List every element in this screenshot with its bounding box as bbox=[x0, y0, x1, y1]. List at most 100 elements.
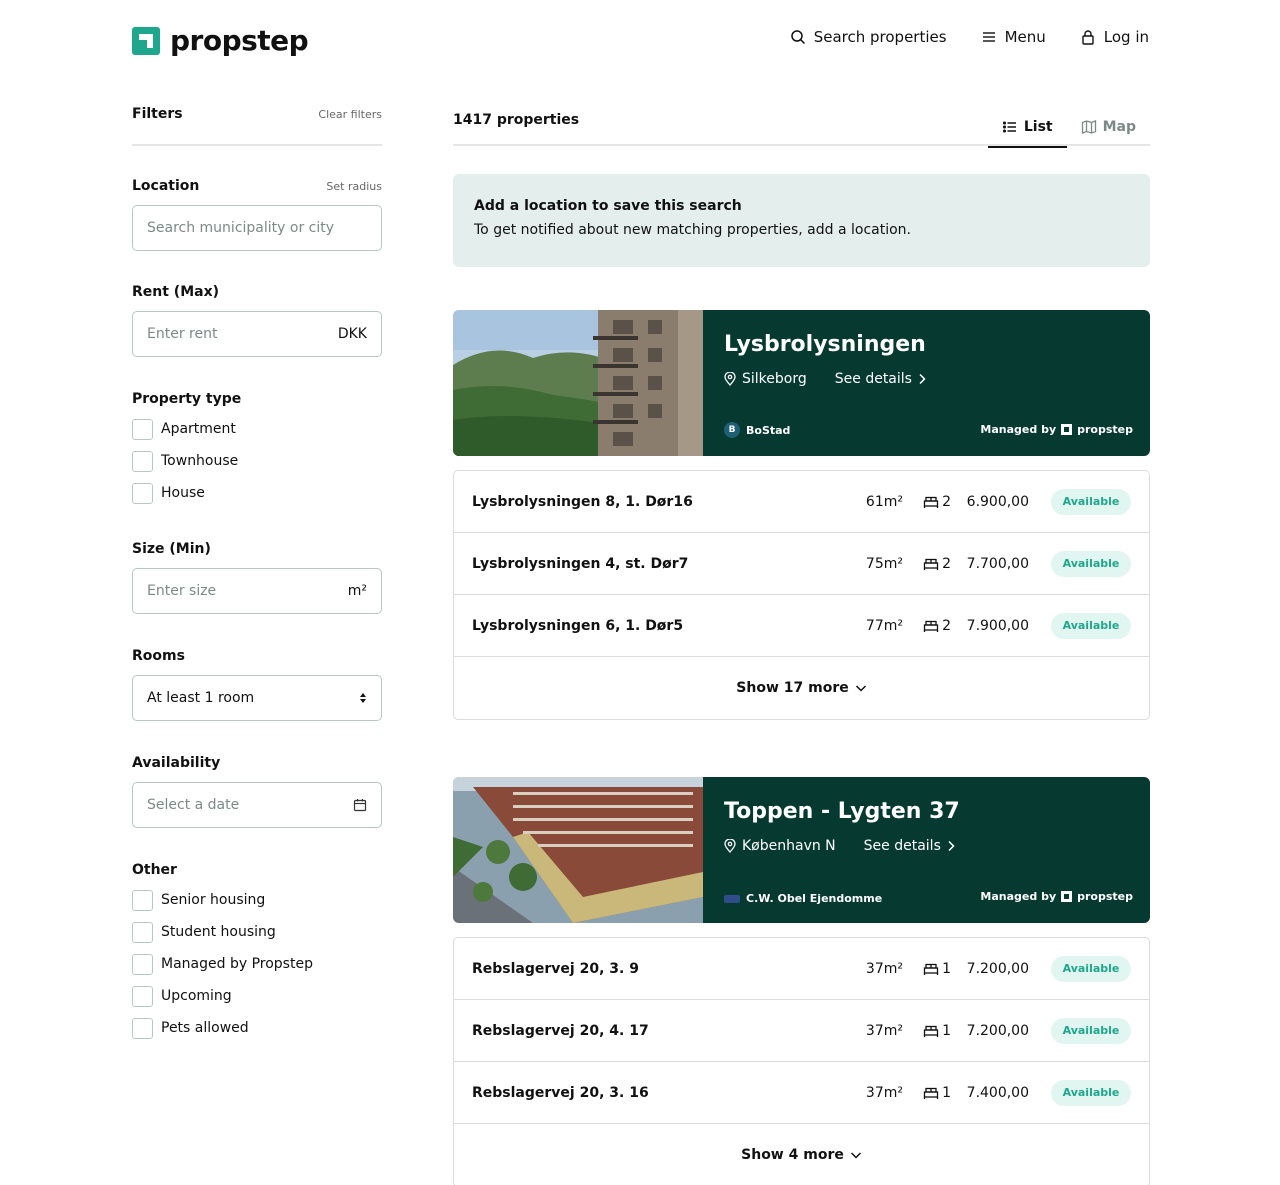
show-more-button[interactable]: Show 4 more bbox=[454, 1124, 1149, 1185]
select-arrows-icon bbox=[360, 693, 366, 703]
checkbox[interactable] bbox=[132, 921, 153, 943]
checkbox[interactable] bbox=[132, 1017, 153, 1039]
managed-by-label: Managed by bbox=[980, 890, 1057, 903]
checkbox[interactable] bbox=[132, 985, 153, 1007]
clear-filters-link[interactable]: Clear filters bbox=[318, 108, 382, 121]
unit-row[interactable]: Lysbrolysningen 6, 1. Dør5 77m² 2 7.900,… bbox=[454, 595, 1149, 657]
units-list: Rebslagervej 20, 3. 9 37m² 1 7.200,00 Av… bbox=[453, 937, 1150, 1185]
other-filter: Other Senior housing Student housing Man… bbox=[132, 859, 382, 1044]
unit-rooms-count: 1 bbox=[942, 1022, 951, 1039]
rent-input[interactable]: Enter rent DKK bbox=[132, 311, 382, 357]
location-label: Location bbox=[132, 178, 200, 194]
tab-list-label: List bbox=[1023, 119, 1053, 135]
managed-by: Managed by propstep bbox=[980, 890, 1133, 903]
unit-price: 6.900,00 bbox=[966, 493, 1029, 510]
rooms-filter: Rooms At least 1 room bbox=[132, 645, 382, 721]
checkbox-label: Upcoming bbox=[161, 988, 232, 1004]
property-name: Toppen - Lygten 37 bbox=[724, 799, 960, 824]
house-checkbox-row[interactable]: House bbox=[132, 477, 382, 509]
availability-placeholder: Select a date bbox=[147, 797, 240, 813]
unit-price: 7.900,00 bbox=[966, 617, 1029, 634]
unit-row[interactable]: Rebslagervej 20, 3. 16 37m² 1 7.400,00 A… bbox=[454, 1062, 1149, 1124]
see-details-link[interactable]: See details bbox=[864, 838, 955, 854]
unit-row[interactable]: Rebslagervej 20, 3. 9 37m² 1 7.200,00 Av… bbox=[454, 938, 1149, 1000]
map-pin-icon bbox=[724, 839, 736, 853]
property-location: Silkeborg bbox=[724, 371, 807, 387]
unit-address: Rebslagervej 20, 3. 16 bbox=[472, 1084, 649, 1101]
unit-price: 7.700,00 bbox=[966, 555, 1029, 572]
unit-rooms: 1 bbox=[903, 1085, 951, 1101]
location-input[interactable]: Search municipality or city bbox=[132, 205, 382, 251]
size-filter: Size (Min) Enter size m² bbox=[132, 538, 382, 614]
managed-by-propstep-checkbox-row[interactable]: Managed by Propstep bbox=[132, 948, 382, 980]
unit-size: 77m² bbox=[865, 617, 903, 634]
location-placeholder: Search municipality or city bbox=[147, 220, 335, 236]
unit-address: Lysbrolysningen 6, 1. Dør5 bbox=[472, 617, 684, 634]
view-tabs: List Map bbox=[987, 108, 1150, 148]
tab-map[interactable]: Map bbox=[1067, 108, 1150, 146]
checkbox[interactable] bbox=[132, 953, 153, 975]
checkbox[interactable] bbox=[132, 418, 153, 440]
property-info: Toppen - Lygten 37 København N See detai… bbox=[703, 777, 1150, 923]
landlord-name: C.W. Obel Ejendomme bbox=[746, 892, 883, 905]
chevron-down-icon bbox=[850, 1152, 861, 1159]
logo-mark-icon bbox=[132, 26, 160, 55]
size-input[interactable]: Enter size m² bbox=[132, 568, 382, 614]
set-radius-link[interactable]: Set radius bbox=[326, 180, 382, 193]
units-list: Lysbrolysningen 8, 1. Dør16 61m² 2 6.900… bbox=[453, 470, 1150, 720]
senior-housing-checkbox-row[interactable]: Senior housing bbox=[132, 884, 382, 916]
checkbox[interactable] bbox=[132, 889, 153, 911]
menu-button[interactable]: Menu bbox=[981, 28, 1046, 46]
unit-size: 37m² bbox=[865, 1022, 903, 1039]
property-photo[interactable] bbox=[453, 310, 703, 456]
show-more-button[interactable]: Show 17 more bbox=[454, 657, 1149, 719]
managed-by: Managed by propstep bbox=[980, 423, 1133, 436]
location-filter: Location Set radius Search municipality … bbox=[132, 178, 382, 251]
see-details-label: See details bbox=[863, 838, 941, 854]
property-photo[interactable] bbox=[453, 777, 703, 923]
rent-suffix: DKK bbox=[337, 326, 367, 342]
apartment-checkbox-row[interactable]: Apartment bbox=[132, 413, 382, 445]
checkbox[interactable] bbox=[132, 450, 153, 472]
availability-date-input[interactable]: Select a date bbox=[132, 782, 382, 828]
see-details-link[interactable]: See details bbox=[835, 371, 926, 387]
townhouse-checkbox-row[interactable]: Townhouse bbox=[132, 445, 382, 477]
show-more-label: Show 4 more bbox=[741, 1147, 844, 1163]
upcoming-checkbox-row[interactable]: Upcoming bbox=[132, 980, 382, 1012]
logo[interactable]: propstep bbox=[132, 24, 309, 57]
landlord: B BoStad bbox=[724, 422, 790, 438]
unit-row[interactable]: Lysbrolysningen 4, st. Dør7 75m² 2 7.700… bbox=[454, 533, 1149, 595]
rent-filter: Rent (Max) Enter rent DKK bbox=[132, 281, 382, 357]
unit-row[interactable]: Rebslagervej 20, 4. 17 37m² 1 7.200,00 A… bbox=[454, 1000, 1149, 1062]
search-properties-link[interactable]: Search properties bbox=[790, 28, 947, 46]
unit-address: Rebslagervej 20, 3. 9 bbox=[472, 960, 639, 977]
checkbox[interactable] bbox=[132, 482, 153, 504]
login-button[interactable]: Log in bbox=[1080, 28, 1149, 46]
save-search-notice: Add a location to save this search To ge… bbox=[453, 174, 1150, 267]
unit-rooms: 1 bbox=[903, 961, 951, 977]
landlord-logo-icon: B bbox=[724, 422, 740, 438]
property-photo-image bbox=[453, 777, 703, 923]
bed-icon bbox=[923, 963, 939, 975]
logo-text: propstep bbox=[170, 24, 309, 57]
tab-list[interactable]: List bbox=[987, 108, 1067, 148]
location-text: København N bbox=[742, 838, 836, 854]
menu-label: Menu bbox=[1004, 28, 1046, 46]
unit-row[interactable]: Lysbrolysningen 8, 1. Dør16 61m² 2 6.900… bbox=[454, 471, 1149, 533]
chevron-down-icon bbox=[855, 685, 866, 692]
status-badge: Available bbox=[1051, 550, 1131, 577]
pets-allowed-checkbox-row[interactable]: Pets allowed bbox=[132, 1012, 382, 1044]
unit-address: Rebslagervej 20, 4. 17 bbox=[472, 1022, 649, 1039]
student-housing-checkbox-row[interactable]: Student housing bbox=[132, 916, 382, 948]
rent-label: Rent (Max) bbox=[132, 284, 220, 300]
unit-rooms-count: 2 bbox=[942, 617, 951, 634]
property-photo-image bbox=[453, 310, 703, 456]
property-banner[interactable]: Toppen - Lygten 37 København N See detai… bbox=[453, 777, 1150, 923]
map-icon bbox=[1081, 120, 1096, 134]
propstep-mark-icon bbox=[1061, 424, 1073, 435]
results-count: 1417 properties bbox=[453, 112, 580, 128]
property-banner[interactable]: Lysbrolysningen Silkeborg See details B … bbox=[453, 310, 1150, 456]
see-details-label: See details bbox=[834, 371, 912, 387]
rooms-select[interactable]: At least 1 room bbox=[132, 675, 382, 721]
unit-price: 7.200,00 bbox=[966, 1022, 1029, 1039]
